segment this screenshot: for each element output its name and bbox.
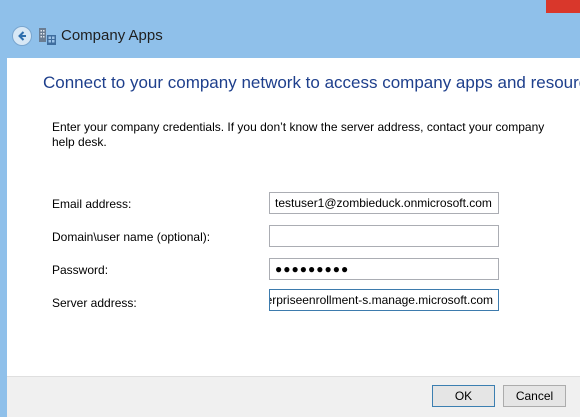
company-apps-icon	[39, 28, 56, 45]
domain-user-field[interactable]	[269, 225, 499, 247]
window-frame: Company Apps Connect to your company net…	[0, 0, 580, 417]
window-title: Company Apps	[61, 27, 163, 44]
back-button[interactable]	[12, 26, 32, 46]
server-address-value: enterpriseenrollment-s.manage.microsoft.…	[269, 293, 493, 307]
domain-user-label: Domain\user name (optional):	[52, 230, 211, 244]
close-button[interactable]	[546, 0, 580, 13]
back-arrow-icon	[18, 31, 26, 41]
password-label: Password:	[52, 263, 109, 277]
server-address-field[interactable]: enterpriseenrollment-s.manage.microsoft.…	[269, 289, 499, 311]
dialog-footer: OK Cancel	[7, 376, 580, 417]
email-field[interactable]: testuser1@zombieduck.onmicrosoft.com	[269, 192, 499, 214]
server-address-label: Server address:	[52, 296, 137, 310]
titlebar: Company Apps	[0, 0, 580, 58]
main-content: Connect to your company network to acces…	[7, 58, 580, 376]
page-heading: Connect to your company network to acces…	[43, 73, 580, 92]
ok-button[interactable]: OK	[432, 385, 495, 407]
email-label: Email address:	[52, 197, 132, 211]
instructions-text: Enter your company credentials. If you d…	[52, 120, 545, 149]
cancel-button[interactable]: Cancel	[503, 385, 566, 407]
password-field[interactable]: ●●●●●●●●●	[269, 258, 499, 280]
